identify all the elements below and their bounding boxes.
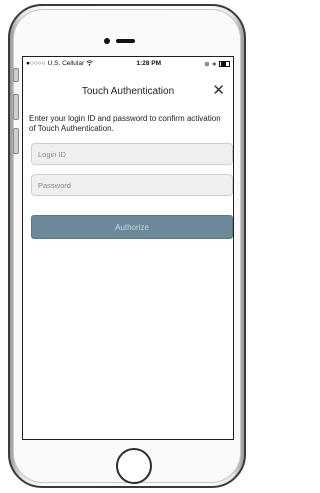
status-icons: ⊕ ∗	[204, 60, 217, 68]
login-id-field[interactable]: Login ID	[31, 143, 233, 165]
modal-header: Touch Authentication	[23, 83, 233, 99]
carrier-name: U.S. Cellular	[47, 60, 85, 67]
wifi-icon	[86, 59, 93, 68]
close-icon[interactable]: ✕	[212, 83, 225, 99]
volume-down-button	[13, 128, 19, 154]
phone-screen: ●○○○○ U.S. Cellular 1:28 PM ⊕ ∗ Touch Au…	[22, 56, 234, 440]
battery-icon	[219, 60, 230, 67]
instructions-text: Enter your login ID and password to conf…	[29, 114, 221, 133]
authorize-button[interactable]: Authorize	[31, 215, 233, 239]
volume-up-button	[13, 94, 19, 120]
authorize-label: Authorize	[115, 222, 149, 232]
status-right: ⊕ ∗	[204, 60, 230, 68]
home-button[interactable]	[116, 448, 152, 484]
status-time: 1:28 PM	[136, 60, 161, 67]
login-id-placeholder: Login ID	[38, 149, 66, 159]
earpiece-speaker	[116, 39, 135, 43]
status-left: ●○○○○ U.S. Cellular	[26, 59, 93, 68]
signal-strength: ●○○○○	[26, 60, 46, 67]
mute-switch	[13, 68, 19, 82]
password-field[interactable]: Password	[31, 174, 233, 196]
modal-title: Touch Authentication	[81, 85, 175, 97]
front-camera	[104, 38, 110, 44]
password-placeholder: Password	[38, 180, 71, 190]
status-bar: ●○○○○ U.S. Cellular 1:28 PM ⊕ ∗	[23, 57, 233, 70]
